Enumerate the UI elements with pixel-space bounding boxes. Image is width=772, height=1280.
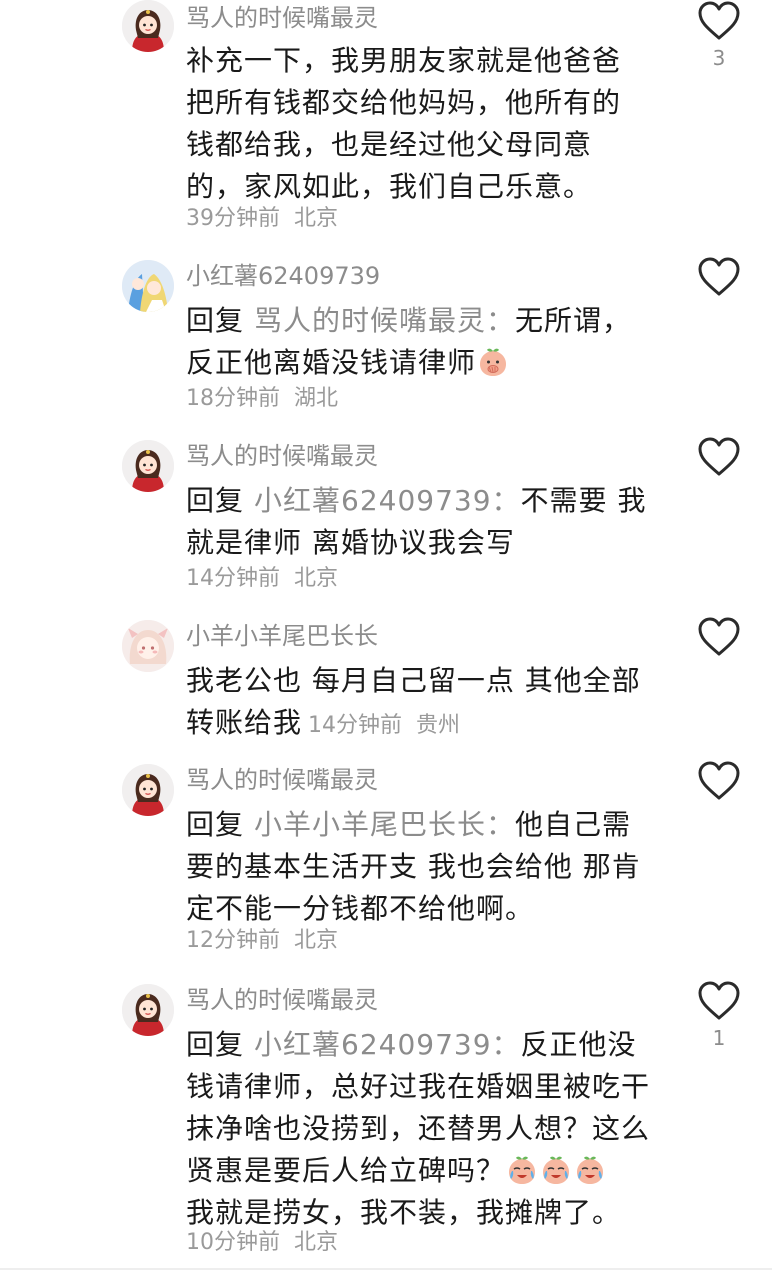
comment-username[interactable]: 骂人的时候嘴最灵 — [186, 984, 378, 1016]
comment-location: 北京 — [294, 566, 339, 591]
comment-text: 我老公也 每月自己留一点 其他全部 转账给我 14分钟前 贵州 — [186, 660, 686, 747]
comment-meta: 39分钟前 北京 — [186, 204, 338, 234]
reply-target[interactable]: 小红薯62409739： — [254, 1028, 521, 1061]
comment-username[interactable]: 小红薯62409739 — [186, 260, 380, 292]
reply-text-rest: 要的基本生活开支 我也会给他 那肯定不能一分钱都不给他啊。 — [186, 850, 641, 925]
reply-text-last: 我就是捞女，我不装，我摊牌了。 — [186, 1196, 622, 1229]
like-button[interactable] — [696, 760, 742, 802]
comment-text-line: 转账给我 — [186, 706, 303, 739]
like-button[interactable] — [696, 436, 742, 478]
reply-target[interactable]: 骂人的时候嘴最灵： — [254, 304, 515, 337]
comment-meta: 10分钟前 北京 — [186, 1228, 338, 1258]
avatar[interactable] — [122, 984, 174, 1036]
comment-time: 12分钟前 — [186, 928, 280, 953]
heart-icon — [696, 436, 742, 478]
crying-laughing-peach-icon — [540, 1154, 572, 1186]
comment-username[interactable]: 骂人的时候嘴最灵 — [186, 764, 378, 796]
heart-icon — [696, 0, 742, 42]
crying-laughing-peach-icon — [574, 1154, 606, 1186]
comment-username[interactable]: 骂人的时候嘴最灵 — [186, 2, 378, 34]
comment-time: 39分钟前 — [186, 206, 280, 231]
avatar[interactable] — [122, 764, 174, 816]
reply-text-line: 就是律师 离婚协议我会写 — [186, 526, 515, 559]
comment-location: 贵州 — [416, 713, 461, 738]
reply-target[interactable]: 小羊小羊尾巴长长： — [254, 808, 515, 841]
like-button[interactable] — [696, 616, 742, 658]
comment-text-line: 我老公也 每月自己留一点 其他全部 — [186, 664, 641, 697]
comment-meta: 12分钟前 北京 — [186, 926, 338, 956]
comment-time: 18分钟前 — [186, 386, 280, 411]
reply-prefix: 回复 — [186, 808, 245, 841]
reply-text-line: 无所谓， — [515, 304, 632, 337]
comment-location: 北京 — [294, 1230, 339, 1255]
comment-username[interactable]: 小羊小羊尾巴长长 — [186, 620, 378, 652]
comment-location: 北京 — [294, 206, 339, 231]
comment-time: 14分钟前 — [308, 713, 403, 738]
comment-text: 补充一下，我男朋友家就是他爸爸把所有钱都交给他妈妈，他所有的钱都给我，也是经过他… — [186, 44, 622, 203]
comment-text: 回复 小红薯62409739：不需要 我 就是律师 离婚协议我会写 — [186, 480, 686, 564]
comment-meta: 18分钟前 湖北 — [186, 384, 338, 414]
comment-text: 回复 小红薯62409739：反正他没钱请律师，总好过我在婚姻里被吃干抹净啥也没捞… — [186, 1024, 660, 1234]
like-button[interactable] — [696, 256, 742, 298]
comment-location: 湖北 — [294, 386, 339, 411]
divider — [0, 1268, 772, 1270]
heart-icon — [696, 256, 742, 298]
comment-time: 10分钟前 — [186, 1230, 280, 1255]
comment-text: 回复 小羊小羊尾巴长长：他自己需要的基本生活开支 我也会给他 那肯定不能一分钱都不… — [186, 804, 656, 930]
comment-time: 14分钟前 — [186, 566, 280, 591]
reply-prefix: 回复 — [186, 1028, 245, 1061]
reply-text-line: 他自己需 — [515, 808, 632, 841]
comment-text: 回复 骂人的时候嘴最灵：无所谓， 反正他离婚没钱请律师 — [186, 300, 686, 384]
reply-target[interactable]: 小红薯62409739： — [254, 484, 521, 517]
reply-text-line: 反正他离婚没钱请律师 — [186, 346, 477, 379]
reply-prefix: 回复 — [186, 304, 245, 337]
like-count: 1 — [712, 1026, 726, 1050]
heart-icon — [696, 616, 742, 658]
comment-location: 北京 — [294, 928, 339, 953]
reply-prefix: 回复 — [186, 484, 245, 517]
like-count: 3 — [712, 46, 726, 70]
heart-icon — [696, 760, 742, 802]
avatar[interactable] — [122, 260, 174, 312]
reply-text-line: 不需要 我 — [520, 484, 647, 517]
comment-meta: 14分钟前 北京 — [186, 564, 338, 594]
heart-icon — [696, 980, 742, 1022]
avatar[interactable] — [122, 620, 174, 672]
crying-laughing-peach-icon — [506, 1154, 538, 1186]
like-button[interactable] — [696, 0, 742, 42]
like-button[interactable] — [696, 980, 742, 1022]
covering-mouth-peach-icon — [477, 346, 509, 378]
comment-username[interactable]: 骂人的时候嘴最灵 — [186, 440, 378, 472]
avatar[interactable] — [122, 440, 174, 492]
avatar[interactable] — [122, 0, 174, 52]
